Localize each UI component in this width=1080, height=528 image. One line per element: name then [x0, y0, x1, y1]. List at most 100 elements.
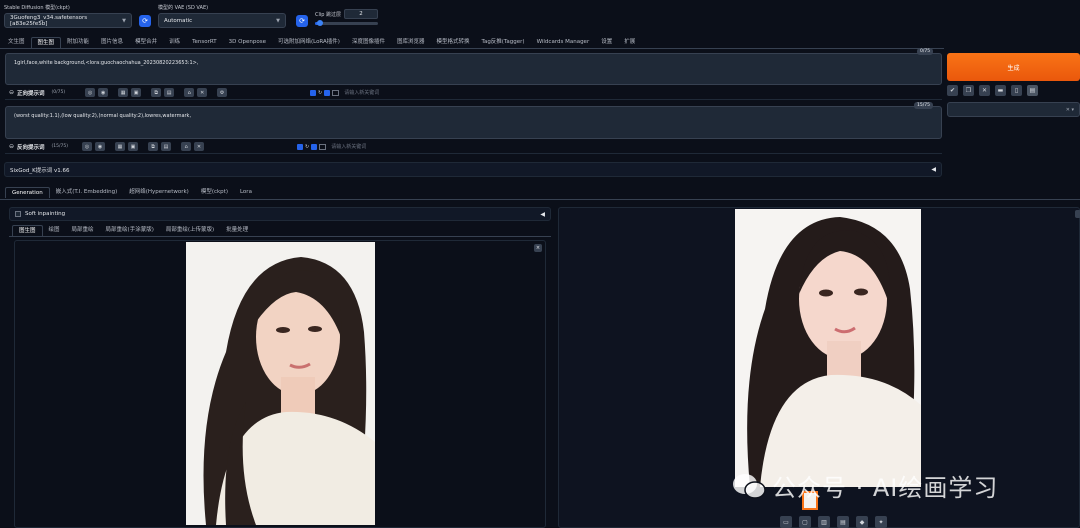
- vae-select[interactable]: Automatic ▼: [158, 13, 286, 28]
- settings-icon[interactable]: ⚙: [217, 88, 228, 97]
- tab-sub-0[interactable]: Generation: [5, 187, 50, 198]
- styles-select[interactable]: ✕ ▾: [947, 102, 1080, 117]
- vae-label: 模型的 VAE (SD VAE): [158, 5, 209, 11]
- trash-icon[interactable]: ✕: [197, 88, 208, 97]
- checkbox-icon[interactable]: [311, 143, 318, 150]
- save-style-icon[interactable]: ▤: [1027, 85, 1038, 96]
- tab-main-7[interactable]: 3D Openpose: [223, 37, 272, 48]
- tab-main-1[interactable]: 图生图: [30, 37, 62, 48]
- tab-sub-1[interactable]: 嵌入式(T.I. Embedding): [50, 187, 124, 198]
- send-to-inpaint-icon[interactable]: ◆: [856, 516, 868, 528]
- history-icon[interactable]: ◉: [98, 88, 109, 97]
- copy-icon[interactable]: ⧉: [148, 142, 159, 151]
- tab-main-9[interactable]: 深度图像插件: [346, 37, 391, 48]
- translate-icon[interactable]: ◎: [82, 142, 93, 151]
- clear-icon[interactable]: ✕ ▾: [1066, 107, 1074, 113]
- prompt-text: 1girl,face,white background,<lora:guocha…: [14, 60, 199, 66]
- checkbox-icon[interactable]: [297, 143, 303, 150]
- tab-main-2[interactable]: 附加功能: [61, 37, 95, 48]
- tab-main-10[interactable]: 图库浏览器: [391, 37, 431, 48]
- square-icon[interactable]: [319, 143, 327, 150]
- prompt-keyword-tools: ↻ 请输入新关键词: [310, 89, 379, 96]
- tabs-divider: [0, 48, 944, 49]
- watermark-text: 公众号 · AI绘画学习: [772, 474, 999, 502]
- tab-main-15[interactable]: 扩展: [618, 37, 641, 48]
- image-icon[interactable]: ▣: [128, 142, 139, 151]
- vae-refresh-button[interactable]: ⟳: [296, 15, 308, 27]
- tab-main-6[interactable]: TensorRT: [186, 37, 223, 48]
- tab-img2img-3[interactable]: 局部重绘(手涂蒙版): [100, 225, 160, 236]
- neg-prompt-keyword-input[interactable]: 请输入新关键词: [331, 143, 366, 150]
- file-icon[interactable]: ▯: [1011, 85, 1022, 96]
- model-select[interactable]: 3Guofeng3_v34.safetensors [a83e25fe5b] ▼: [4, 13, 132, 28]
- tab-main-8[interactable]: 可选附加网络(LoRA插件): [272, 37, 346, 48]
- model-refresh-button[interactable]: ⟳: [139, 15, 151, 27]
- tab-main-11[interactable]: 模型格式转换: [430, 37, 475, 48]
- paste-icon[interactable]: ▤: [164, 88, 175, 97]
- checkbox-icon[interactable]: [310, 89, 316, 96]
- soft-inpainting-accordion[interactable]: Soft inpainting ◀: [9, 207, 551, 221]
- tab-main-4[interactable]: 模型合并: [129, 37, 163, 48]
- tab-img2img-1[interactable]: 绘图: [43, 225, 66, 236]
- folder-icon[interactable]: ▭: [780, 516, 792, 528]
- tab-sub-2[interactable]: 超网络(Hypernetwork): [123, 187, 195, 198]
- tab-img2img-2[interactable]: 局部重绘: [66, 225, 100, 236]
- sixgod-accordion[interactable]: SixGod_K提示词 v1.66 ◀: [4, 162, 942, 177]
- grid-icon[interactable]: ▦: [118, 88, 129, 97]
- expand-icon[interactable]: [1075, 210, 1080, 218]
- tab-img2img-0[interactable]: 图生图: [12, 225, 43, 236]
- send-to-extras-icon[interactable]: ✦: [875, 516, 887, 528]
- tab-sub-3[interactable]: 模型(ckpt): [195, 187, 234, 198]
- prompt-keyword-input[interactable]: 请输入新关键词: [344, 89, 379, 96]
- image-icon[interactable]: ▣: [131, 88, 142, 97]
- square-icon[interactable]: [332, 89, 340, 96]
- copy-icon[interactable]: ⧉: [151, 88, 162, 97]
- tab-main-12[interactable]: Tag反推(Tagger): [476, 37, 531, 48]
- check-icon[interactable]: ✔: [947, 85, 958, 96]
- clip-value-input[interactable]: 2: [344, 9, 378, 19]
- portrait-illustration: [735, 209, 921, 487]
- grid-icon[interactable]: ▦: [115, 142, 126, 151]
- folder-icon[interactable]: ⌂: [184, 88, 195, 97]
- triangle-left-icon: ◀: [540, 210, 545, 218]
- neg-prompt-token-counter: 15/75: [914, 102, 933, 109]
- trash-icon[interactable]: ✕: [979, 85, 990, 96]
- translate-icon[interactable]: ◎: [85, 88, 96, 97]
- watermark: 公众号 · AI绘画学习: [732, 468, 998, 503]
- zip-icon[interactable]: ▥: [818, 516, 830, 528]
- sub-tabs-divider: [0, 199, 1080, 200]
- clip-slider-thumb[interactable]: [317, 20, 324, 26]
- tab-main-13[interactable]: Wildcards Manager: [531, 37, 596, 48]
- tab-main-0[interactable]: 文生图: [2, 37, 31, 48]
- generate-button[interactable]: 生成: [947, 53, 1080, 81]
- neg-prompt-toolbar: ⊖ 反向提示词 (15/75) ◎ ◉ ▦ ▣ ⧉ ▤ ⌂ ✕: [9, 142, 205, 151]
- collapse-icon[interactable]: ⊖: [9, 89, 14, 96]
- soft-inpainting-checkbox[interactable]: [15, 211, 21, 217]
- output-image[interactable]: [735, 209, 921, 487]
- tab-sub-4[interactable]: Lora: [234, 187, 258, 198]
- checkbox-icon[interactable]: [324, 89, 331, 96]
- model-label: Stable Diffusion 模型(ckpt): [4, 5, 70, 11]
- folder-icon[interactable]: ⌂: [181, 142, 192, 151]
- tab-main-3[interactable]: 图片信息: [95, 37, 129, 48]
- tab-img2img-4[interactable]: 局部重绘(上传蒙版): [160, 225, 220, 236]
- collapse-icon[interactable]: ⊖: [9, 143, 14, 150]
- neg-prompt-textarea[interactable]: (worst quality:1.1),(low quality:2),(nor…: [5, 106, 942, 139]
- delete-icon[interactable]: ▬: [995, 85, 1006, 96]
- paste-icon[interactable]: ▤: [161, 142, 172, 151]
- tab-main-5[interactable]: 训练: [163, 37, 186, 48]
- trash-icon[interactable]: ✕: [194, 142, 205, 151]
- refresh-icon[interactable]: ↻: [305, 144, 309, 150]
- input-image[interactable]: [186, 242, 375, 525]
- copy-icon[interactable]: ❐: [963, 85, 974, 96]
- refresh-icon[interactable]: ↻: [318, 90, 322, 96]
- tab-img2img-5[interactable]: 批量处理: [220, 225, 254, 236]
- send-to-img2img-icon[interactable]: ▤: [837, 516, 849, 528]
- clip-slider[interactable]: [315, 20, 378, 26]
- close-icon[interactable]: ×: [534, 244, 542, 252]
- prompt-textarea[interactable]: 1girl,face,white background,<lora:guocha…: [5, 53, 942, 85]
- wechat-icon: [733, 473, 766, 499]
- history-icon[interactable]: ◉: [95, 142, 106, 151]
- tab-main-14[interactable]: 设置: [595, 37, 618, 48]
- save-icon[interactable]: ▢: [799, 516, 811, 528]
